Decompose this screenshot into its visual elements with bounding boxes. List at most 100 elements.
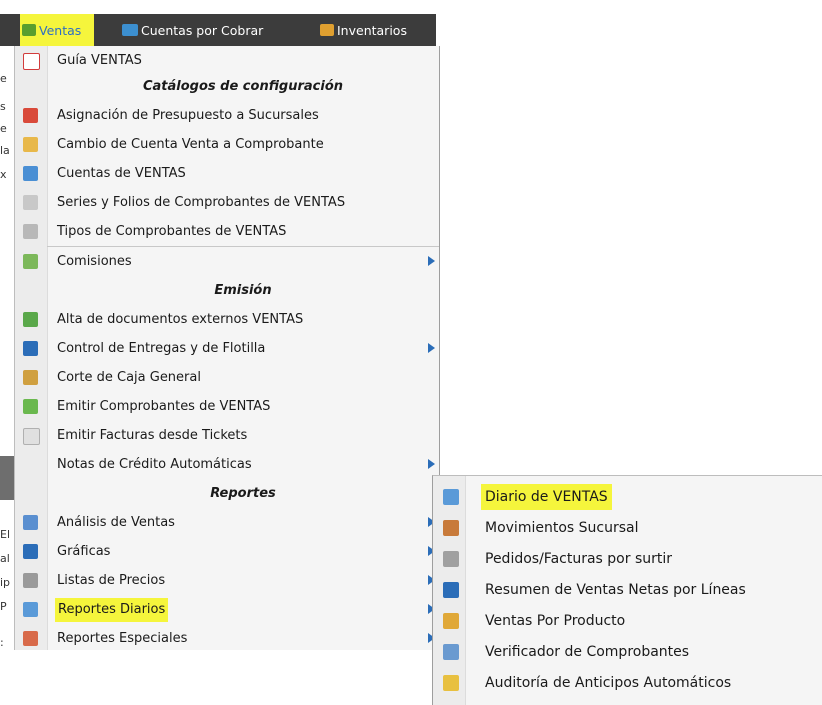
- menu-item-asignacion-presupuesto[interactable]: Asignación de Presupuesto a Sucursales: [15, 101, 439, 130]
- menu-item-tipos-comprobantes[interactable]: Tipos de Comprobantes de VENTAS: [15, 217, 439, 246]
- menu-item-label: Asignación de Presupuesto a Sucursales: [57, 108, 319, 123]
- money-icon: [23, 254, 38, 269]
- submenu-item-label: Diario de VENTAS: [481, 484, 612, 510]
- menu-item-corte-de-caja[interactable]: Corte de Caja General: [15, 363, 439, 392]
- submenu-arrow-icon: [428, 459, 435, 469]
- ventas-dropdown-menu: Guía VENTAS Catálogos de configuración A…: [14, 46, 440, 650]
- background-text-fragment: P: [0, 600, 7, 613]
- bar-chart-icon: [23, 544, 38, 559]
- section-header-reportes: Reportes: [210, 486, 276, 501]
- menu-item-label: Listas de Precios: [57, 573, 166, 588]
- menu-item-label: Cuentas de VENTAS: [57, 166, 186, 181]
- document-check-icon: [443, 644, 459, 660]
- menu-item-label: Corte de Caja General: [57, 370, 201, 385]
- menu-item-guia-ventas[interactable]: Guía VENTAS: [15, 46, 439, 75]
- inventarios-icon: [320, 24, 334, 36]
- product-box-icon: [443, 613, 459, 629]
- truck-icon: [23, 341, 38, 356]
- cash-register-icon: [23, 370, 38, 385]
- documents-stack-icon: [23, 195, 38, 210]
- menu-item-label: Tipos de Comprobantes de VENTAS: [57, 224, 287, 239]
- edit-document-icon: [23, 137, 38, 152]
- background-text-fragment: al: [0, 552, 10, 565]
- background-text-fragment: s: [0, 100, 6, 113]
- menu-item-label: Comisiones: [57, 254, 132, 269]
- submenu-item-diario-de-ventas[interactable]: Diario de VENTAS: [433, 482, 822, 512]
- background-text-fragment: ip: [0, 576, 11, 589]
- money-bill-icon: [23, 399, 38, 414]
- submenu-item-label: Pedidos/Facturas por surtir: [485, 551, 672, 567]
- menubar-item-cuentas-por-cobrar[interactable]: Cuentas por Cobrar: [122, 14, 263, 46]
- menu-item-label: Control de Entregas y de Flotilla: [57, 341, 266, 356]
- background-text-fragment: x: [0, 168, 7, 181]
- menubar-item-ventas[interactable]: Ventas: [20, 14, 94, 46]
- menu-item-emitir-facturas[interactable]: Emitir Facturas desde Tickets: [15, 421, 439, 450]
- background-text-fragment: e: [0, 122, 7, 135]
- menu-item-reportes-diarios[interactable]: Reportes Diarios: [15, 595, 439, 624]
- window-icon: [23, 166, 38, 181]
- submenu-item-label: Verificador de Comprobantes: [485, 644, 690, 660]
- submenu-arrow-icon: [428, 343, 435, 353]
- submenu-item-verificador[interactable]: Verificador de Comprobantes: [433, 637, 822, 667]
- menu-item-label: Reportes Especiales: [57, 631, 188, 646]
- report-pages-icon: [23, 602, 38, 617]
- special-report-icon: [23, 631, 38, 646]
- ventas-icon: [22, 24, 36, 36]
- background-text-fragment: e: [0, 72, 7, 85]
- submenu-item-resumen-ventas-netas[interactable]: Resumen de Ventas Netas por Líneas: [433, 575, 822, 605]
- menu-item-control-entregas[interactable]: Control de Entregas y de Flotilla: [15, 334, 439, 363]
- menu-item-label: Gráficas: [57, 544, 111, 559]
- background-text-fragment: la: [0, 144, 10, 157]
- menu-item-label: Series y Folios de Comprobantes de VENTA…: [57, 195, 346, 210]
- menu-item-emitir-comprobantes[interactable]: Emitir Comprobantes de VENTAS: [15, 392, 439, 421]
- menu-item-cuentas-de-ventas[interactable]: Cuentas de VENTAS: [15, 159, 439, 188]
- menu-item-label: Alta de documentos externos VENTAS: [57, 312, 304, 327]
- submenu-item-pedidos-facturas[interactable]: Pedidos/Facturas por surtir: [433, 544, 822, 574]
- list-icon: [23, 573, 38, 588]
- document-icon: [23, 428, 40, 445]
- pdf-icon: [23, 53, 40, 70]
- menu-item-alta-documentos[interactable]: Alta de documentos externos VENTAS: [15, 305, 439, 334]
- top-menubar: Ventas Cuentas por Cobrar Inventarios: [0, 14, 436, 46]
- menu-item-label: Análisis de Ventas: [57, 515, 175, 530]
- home-icon: [443, 520, 459, 536]
- menu-item-label: Emitir Comprobantes de VENTAS: [57, 399, 271, 414]
- background-text-fragment: El: [0, 528, 11, 541]
- menu-item-analisis-de-ventas[interactable]: Análisis de Ventas: [15, 508, 439, 537]
- menu-item-label: Reportes Diarios: [55, 598, 169, 622]
- menu-item-series-folios[interactable]: Series y Folios de Comprobantes de VENTA…: [15, 188, 439, 217]
- submenu-item-label: Resumen de Ventas Netas por Líneas: [485, 582, 746, 598]
- reportes-diarios-submenu: Diario de VENTAS Movimientos Sucursal Pe…: [432, 475, 822, 705]
- menu-item-graficas[interactable]: Gráficas: [15, 537, 439, 566]
- menubar-item-inventarios[interactable]: Inventarios: [320, 14, 407, 46]
- menu-item-label: Guía VENTAS: [57, 53, 142, 68]
- submenu-item-label: Movimientos Sucursal: [485, 520, 639, 536]
- submenu-item-auditoria-anticipos[interactable]: Auditoría de Anticipos Automáticos: [433, 668, 822, 698]
- list-icon: [443, 551, 459, 567]
- submenu-item-ventas-por-producto[interactable]: Ventas Por Producto: [433, 606, 822, 636]
- menu-item-notas-de-credito[interactable]: Notas de Crédito Automáticas: [15, 450, 439, 479]
- menubar-item-label: Ventas: [39, 22, 82, 38]
- section-header-emision: Emisión: [214, 283, 272, 298]
- calendar-add-icon: [23, 108, 38, 123]
- menubar-item-label: Cuentas por Cobrar: [141, 22, 264, 38]
- summary-chart-icon: [443, 582, 459, 598]
- background-text-fragment: :: [0, 636, 4, 649]
- menu-item-reportes-especiales[interactable]: Reportes Especiales: [15, 624, 439, 653]
- document-add-icon: [23, 312, 38, 327]
- document-type-icon: [23, 224, 38, 239]
- section-header-catalogos: Catálogos de configuración: [142, 79, 344, 94]
- menu-item-cambio-cuenta-venta[interactable]: Cambio de Cuenta Venta a Comprobante: [15, 130, 439, 159]
- submenu-arrow-icon: [428, 256, 435, 266]
- submenu-item-movimientos-sucursal[interactable]: Movimientos Sucursal: [433, 513, 822, 543]
- report-pages-icon: [443, 489, 459, 505]
- menubar-item-label: Inventarios: [337, 22, 407, 38]
- submenu-item-label: Auditoría de Anticipos Automáticos: [485, 675, 732, 691]
- menu-item-label: Cambio de Cuenta Venta a Comprobante: [57, 137, 324, 152]
- menu-item-listas-de-precios[interactable]: Listas de Precios: [15, 566, 439, 595]
- menu-item-label: Notas de Crédito Automáticas: [57, 457, 252, 472]
- key-icon: [443, 675, 459, 691]
- menu-item-label: Emitir Facturas desde Tickets: [57, 428, 248, 443]
- submenu-item-label: Ventas Por Producto: [485, 613, 626, 629]
- menu-item-comisiones[interactable]: Comisiones: [15, 247, 439, 276]
